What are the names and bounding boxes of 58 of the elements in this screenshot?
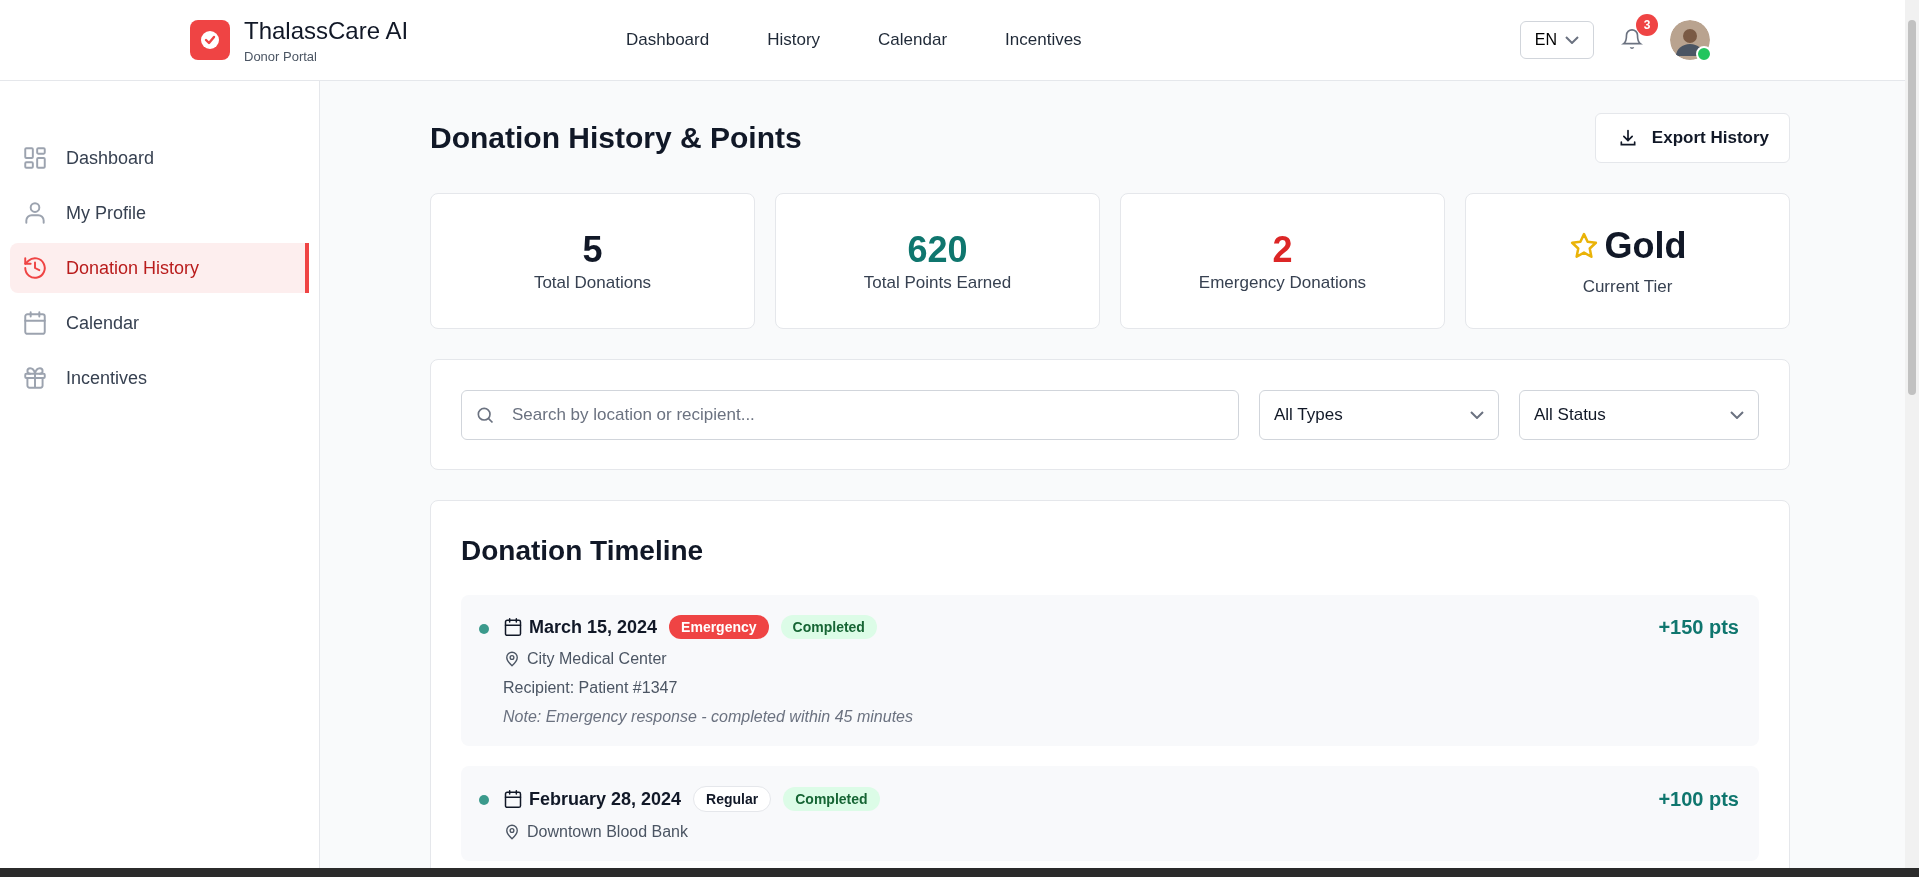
nav-link[interactable]: History <box>767 26 821 54</box>
stat-label: Current Tier <box>1582 277 1673 297</box>
points-earned: +150 pts <box>1658 615 1739 639</box>
search-field[interactable]: Search by location or recipient... <box>461 389 1239 440</box>
stat-value: 5 <box>582 229 603 271</box>
sidebar-item[interactable]: My Profile <box>10 188 309 238</box>
stat-value: Gold <box>1568 225 1687 267</box>
sidebar-item[interactable]: Donation History <box>10 243 309 293</box>
calendar-icon <box>22 310 48 336</box>
sidebar-item[interactable]: Calendar <box>10 298 309 348</box>
logo-icon <box>190 20 230 60</box>
status-badge: Completed <box>780 615 877 639</box>
filter-select[interactable]: All Types <box>1259 389 1499 440</box>
notification-badge: 3 <box>1636 14 1658 36</box>
sidebar-item[interactable]: Dashboard <box>10 133 309 183</box>
location-pin-icon <box>503 650 521 668</box>
stat-label: Emergency Donations <box>1198 273 1367 293</box>
calendar-icon <box>503 617 523 637</box>
chevron-down-icon <box>1470 410 1484 419</box>
filter-select[interactable]: All Status <box>1519 389 1759 440</box>
history-icon <box>22 255 48 281</box>
nav-link[interactable]: Incentives <box>1005 26 1082 54</box>
type-badge: Regular <box>693 786 772 812</box>
donation-date: February 28, 2024 <box>529 788 682 810</box>
gift-icon <box>22 365 48 391</box>
dashboard-icon <box>22 145 48 171</box>
export-button[interactable]: Export History <box>1594 113 1790 163</box>
status-badge: Completed <box>783 787 880 811</box>
language-select[interactable]: EN <box>1519 21 1594 59</box>
app-name: ThalassCare AI <box>244 16 410 45</box>
type-badge: Emergency <box>669 615 769 639</box>
location-text: Downtown Blood Bank <box>527 823 688 841</box>
stat-label: Total Points Earned <box>863 273 1012 293</box>
location-pin-icon <box>503 823 521 841</box>
chevron-down-icon <box>1565 36 1579 44</box>
stat-label: Total Donations <box>533 273 652 293</box>
page-title: Donation History & Points <box>430 121 802 155</box>
user-icon <box>22 200 48 226</box>
calendar-icon <box>503 789 523 809</box>
timeline-dot <box>479 624 489 634</box>
stat-value: 620 <box>907 229 968 271</box>
section-title: Donation Timeline <box>461 534 705 568</box>
avatar[interactable] <box>1670 20 1710 60</box>
star-icon <box>1568 231 1599 261</box>
app-subtitle: Donor Portal <box>244 48 318 64</box>
donation-date: March 15, 2024 <box>529 616 658 638</box>
recipient-text: Recipient: Patient #1347 <box>503 679 679 697</box>
timeline-dot <box>479 795 489 805</box>
notification-bell-icon[interactable] <box>1620 28 1644 52</box>
points-earned: +100 pts <box>1658 787 1739 811</box>
scrollbar[interactable] <box>1905 0 1919 868</box>
chevron-down-icon <box>1730 410 1744 419</box>
sidebar-item[interactable]: Incentives <box>10 353 309 403</box>
stat-value: 2 <box>1272 229 1293 271</box>
note-text: Note: Emergency response - completed within 45 minutes <box>503 708 914 726</box>
nav-link[interactable]: Calendar <box>878 26 948 54</box>
nav-link[interactable]: Dashboard <box>626 26 710 54</box>
location-text: City Medical Center <box>527 650 667 668</box>
